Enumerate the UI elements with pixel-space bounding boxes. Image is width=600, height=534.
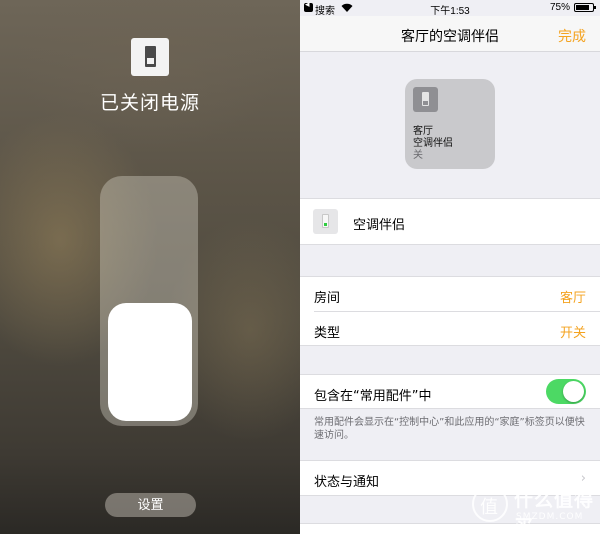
favorites-row: 包含在“常用配件”中 bbox=[300, 374, 600, 409]
switch-icon bbox=[313, 209, 338, 234]
favorites-label: 包含在“常用配件”中 bbox=[314, 389, 432, 404]
page-title: 客厅的空调伴侣 bbox=[401, 29, 499, 45]
battery-percent: 75% bbox=[549, 2, 570, 13]
accessory-name-field[interactable]: 空调伴侣 bbox=[353, 214, 405, 233]
watermark-subtext: SMZDM.COM bbox=[516, 512, 584, 522]
switch-icon bbox=[131, 38, 169, 76]
power-toggle[interactable] bbox=[100, 176, 198, 426]
favorites-note: 常用配件会显示在“控制中心”和此应用的“家庭”标签页以便快速访问。 bbox=[314, 417, 585, 441]
status-notifications-label: 状态与通知 bbox=[314, 475, 380, 490]
type-value[interactable]: 开关 bbox=[560, 322, 586, 341]
type-row[interactable]: 类型 开关 bbox=[300, 312, 600, 347]
room-type-group: 房间 客厅 类型 开关 bbox=[300, 276, 600, 346]
tile-state: 关 bbox=[413, 150, 423, 161]
room-value[interactable]: 客厅 bbox=[560, 287, 586, 306]
accessory-detail-screen: 搜索 下午1:53 75% 客厅的空调伴侣 完成 客厅 空调伴侣 关 空调伴侣 … bbox=[300, 0, 600, 534]
type-label: 类型 bbox=[314, 326, 341, 341]
settings-button[interactable]: 设置 bbox=[105, 493, 196, 517]
control-panel: 已关闭电源 设置 bbox=[0, 0, 300, 534]
done-button[interactable]: 完成 bbox=[558, 26, 586, 46]
switch-icon bbox=[413, 87, 438, 112]
watermark: 什么值得买 SMZDM.COM bbox=[472, 484, 596, 534]
accessory-name-row[interactable]: 空调伴侣 bbox=[300, 198, 600, 245]
battery-icon bbox=[574, 3, 596, 12]
tile-name: 空调伴侣 bbox=[413, 138, 453, 149]
favorites-switch[interactable] bbox=[546, 379, 586, 404]
status-bar: 搜索 下午1:53 75% bbox=[300, 0, 600, 17]
nav-bar: 客厅的空调伴侣 完成 bbox=[300, 16, 600, 52]
room-row[interactable]: 房间 客厅 bbox=[300, 277, 600, 312]
room-label: 房间 bbox=[314, 291, 341, 306]
power-toggle-knob[interactable] bbox=[108, 303, 192, 421]
accessory-tile[interactable]: 客厅 空调伴侣 关 bbox=[405, 79, 495, 169]
watermark-text: 什么值得买 bbox=[514, 489, 595, 534]
power-state-title: 已关闭电源 bbox=[99, 92, 200, 114]
watermark-logo-icon bbox=[472, 486, 508, 522]
tile-room: 客厅 bbox=[413, 126, 433, 137]
